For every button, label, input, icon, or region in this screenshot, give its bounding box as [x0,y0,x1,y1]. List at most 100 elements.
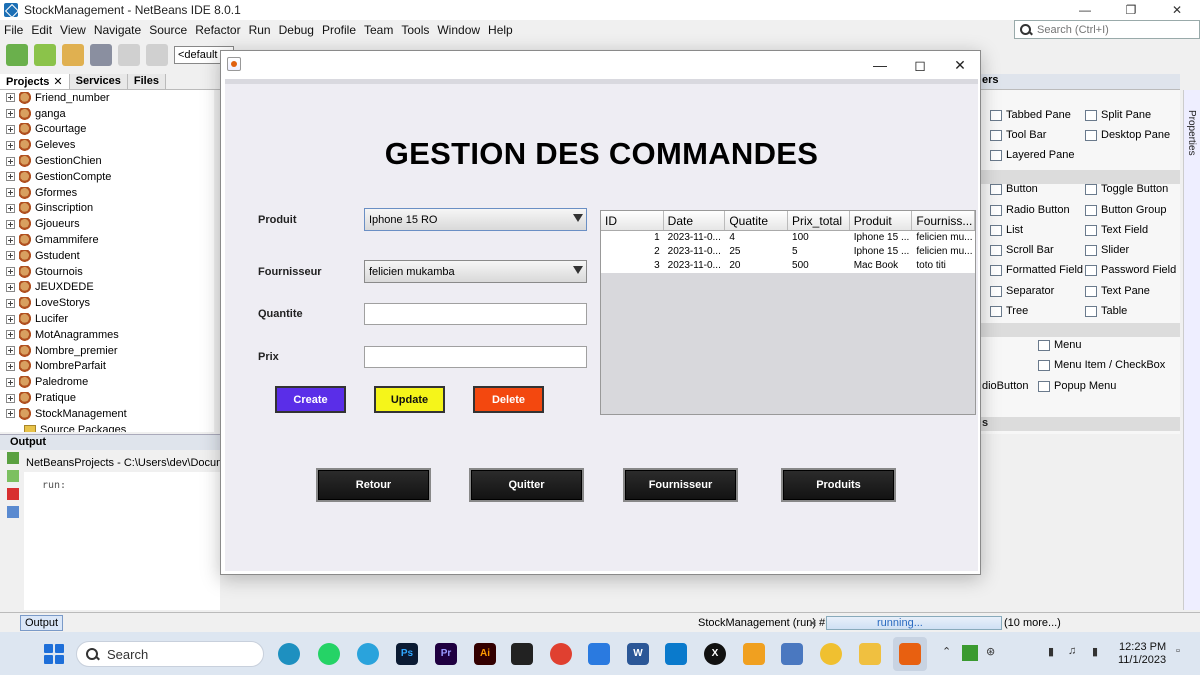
table-row[interactable]: 2 2023-11-0... 25 5 Iphone 15 ... felici… [601,245,975,259]
open-project-icon[interactable] [62,44,84,66]
battery-icon[interactable]: ▮ [1092,645,1098,658]
menu-source[interactable]: Source [145,23,191,37]
expand-icon[interactable] [6,235,15,245]
file-explorer-icon[interactable] [859,643,881,665]
palette-tabbed-pane[interactable]: Tabbed Pane [990,109,1071,121]
taskbar-search[interactable]: Search [76,641,264,667]
virtualbox-icon[interactable] [781,643,803,665]
project-node[interactable]: Nombre_premier [0,343,214,359]
project-node[interactable]: Friend_number [0,90,214,106]
tab-services[interactable]: Services [69,74,128,89]
minimize-icon[interactable]: — [1062,0,1108,20]
project-node[interactable]: Lucifer [0,311,214,327]
close-tab-icon[interactable]: ✕ [53,76,62,88]
whatsapp-icon[interactable] [318,643,340,665]
project-node[interactable]: StockManagement [0,406,214,422]
project-node[interactable]: Pratique [0,390,214,406]
app-icon[interactable] [588,643,610,665]
expand-icon[interactable] [6,361,15,371]
tray-app-icon[interactable] [962,645,978,661]
column-header-id[interactable]: ID [601,211,664,230]
update-button[interactable]: Update [374,386,445,413]
palette-text-pane[interactable]: Text Pane [1085,285,1150,297]
close-icon[interactable]: ✕ [940,51,980,79]
expand-icon[interactable] [6,203,15,213]
ide-search[interactable] [1014,20,1200,39]
properties-strip[interactable]: Properties [1183,90,1200,610]
project-node[interactable]: GestionCompte [0,169,214,185]
java-app-icon[interactable] [899,643,921,665]
rerun-icon[interactable] [7,452,19,464]
project-node[interactable]: NombreParfait [0,359,214,375]
premiere-icon[interactable]: Pr [435,643,457,665]
expand-icon[interactable] [6,346,15,356]
column-header-date[interactable]: Date [664,211,726,230]
palette-formatted-field[interactable]: Formatted Field [990,264,1083,276]
project-node[interactable]: Gmammifere [0,232,214,248]
menu-profile[interactable]: Profile [318,23,360,37]
palette-text-field[interactable]: Text Field [1085,224,1148,236]
palette-slider[interactable]: Slider [1085,244,1129,256]
palette-password-field[interactable]: Password Field [1085,264,1176,276]
quitter-button[interactable]: Quitter [469,468,584,502]
palette-tool-bar[interactable]: Tool Bar [990,129,1046,141]
expand-icon[interactable] [6,188,15,198]
menu-view[interactable]: View [56,23,90,37]
project-node[interactable]: MotAnagrammes [0,327,214,343]
menu-navigate[interactable]: Navigate [90,23,145,37]
terminal-icon[interactable] [511,643,533,665]
project-node[interactable]: JEUXDEDE [0,280,214,296]
volume-icon[interactable]: ♫ [1068,645,1076,657]
settings-icon[interactable] [7,506,19,518]
tab-files[interactable]: Files [127,74,166,89]
new-file-icon[interactable] [6,44,28,66]
chrome-profile-icon[interactable] [820,643,842,665]
palette-table[interactable]: Table [1085,305,1127,317]
palette-menu[interactable]: Menu [1038,339,1082,351]
rerun-different-icon[interactable] [7,470,19,482]
save-all-icon[interactable] [90,44,112,66]
column-header-produit[interactable]: Produit [850,211,913,230]
bluetooth-icon[interactable]: ⊛ [986,645,995,658]
project-node[interactable]: Gcourtage [0,122,214,138]
produit-select[interactable]: Iphone 15 RO [364,208,587,231]
windows-start-icon[interactable] [44,644,64,664]
palette-radio-button[interactable]: Radio Button [990,204,1070,216]
output-window-tab[interactable]: Output [20,615,64,631]
menu-edit[interactable]: Edit [27,23,56,37]
project-node[interactable]: LoveStorys [0,295,214,311]
expand-icon[interactable] [6,156,15,166]
expand-icon[interactable] [6,109,15,119]
source-packages-node[interactable]: Source Packages [0,422,214,432]
project-node[interactable]: Ginscription [0,201,214,217]
fournisseur-select[interactable]: felicien mukamba [364,260,587,283]
project-node[interactable]: Gstudent [0,248,214,264]
minimize-icon[interactable]: — [860,51,900,79]
stop-icon[interactable] [7,488,19,500]
expand-icon[interactable] [6,267,15,277]
expand-icon[interactable] [6,251,15,261]
project-node[interactable]: Gtournois [0,264,214,280]
vscode-icon[interactable] [665,643,687,665]
menu-team[interactable]: Team [360,23,397,37]
retour-button[interactable]: Retour [316,468,431,502]
expand-icon[interactable] [6,393,15,403]
project-node[interactable]: Paledrome [0,374,214,390]
chrome-icon[interactable] [550,643,572,665]
produits-button[interactable]: Produits [781,468,896,502]
network-icon[interactable]: ▮ [1048,645,1054,658]
palette-popup-menu[interactable]: Popup Menu [1038,380,1116,392]
photoshop-icon[interactable]: Ps [396,643,418,665]
undo-icon[interactable] [118,44,140,66]
expand-icon[interactable] [6,330,15,340]
expand-icon[interactable] [6,219,15,229]
expand-icon[interactable] [6,377,15,387]
menu-tools[interactable]: Tools [397,23,433,37]
project-node[interactable]: ganga [0,106,214,122]
expand-icon[interactable] [6,140,15,150]
prix-field[interactable] [364,346,587,368]
palette-menu-item[interactable]: Menu Item / CheckBox [1038,359,1165,371]
palette-desktop-pane[interactable]: Desktop Pane [1085,129,1170,141]
tray-chevron-icon[interactable]: ⌃ [942,645,951,658]
expand-icon[interactable] [6,124,15,134]
